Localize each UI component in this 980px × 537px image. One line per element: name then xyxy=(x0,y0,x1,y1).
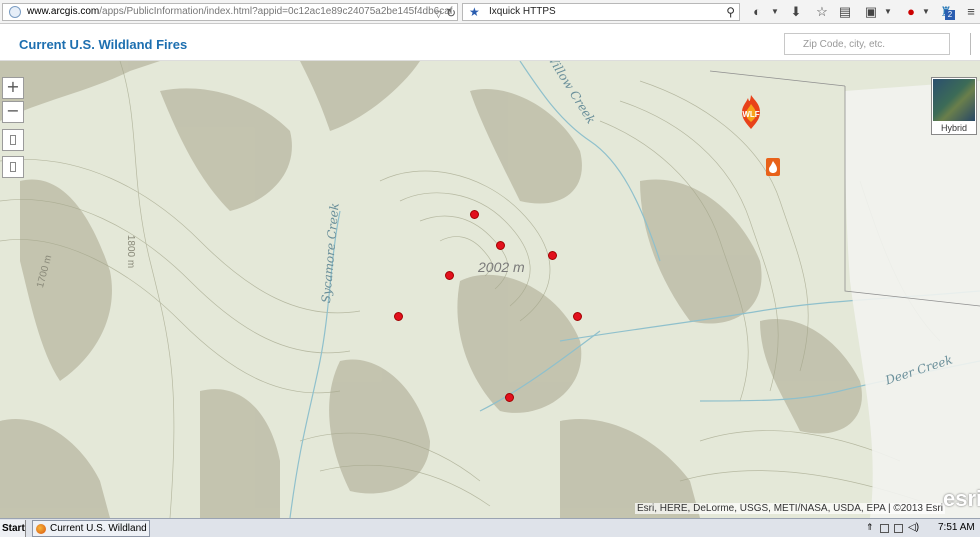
esri-logo: esri xyxy=(943,486,980,511)
app-header: Current U.S. Wildland Fires xyxy=(0,25,980,61)
basemap-thumbnail xyxy=(933,79,975,121)
taskbar-window-title: Current U.S. Wildland F... xyxy=(50,523,149,534)
header-divider xyxy=(970,33,980,55)
browser-toolbar: www.arcgis.com/apps/PublicInformation/in… xyxy=(0,0,980,24)
document-icon xyxy=(10,162,16,172)
screenshot-icon[interactable]: ▣ xyxy=(862,3,880,21)
url-dropdown-icon[interactable]: ▽ xyxy=(435,6,442,20)
zoom-in-button[interactable]: + xyxy=(2,77,24,99)
fire-incident-dot[interactable] xyxy=(496,241,505,250)
url-path: /apps/PublicInformation/index.html?appid… xyxy=(99,6,453,17)
wildland-fire-marker[interactable]: WLF xyxy=(738,94,764,130)
fire-incident-dot[interactable] xyxy=(394,312,403,321)
location-search-input[interactable] xyxy=(784,33,950,55)
browser-search-box[interactable]: ★ Ixquick HTTPS ⚲ xyxy=(462,3,740,21)
fire-incident-dot[interactable] xyxy=(548,251,557,260)
clipboard-icon[interactable]: ▤ xyxy=(836,3,854,21)
taskbar-window-button[interactable]: Current U.S. Wildland F... xyxy=(32,520,150,537)
dropdown-icon[interactable]: ▼ xyxy=(879,3,897,21)
url-domain: www.arcgis.com xyxy=(27,6,100,17)
basemap-toggle-label: Hybrid xyxy=(940,123,967,133)
document-icon xyxy=(10,135,16,145)
download-icon[interactable]: ⬇ xyxy=(787,3,805,21)
contour-label: 1800 m xyxy=(125,234,137,269)
search-engine-name: Ixquick HTTPS xyxy=(489,6,556,17)
page-title: Current U.S. Wildland Fires xyxy=(19,37,188,52)
address-bar[interactable]: www.arcgis.com/apps/PublicInformation/in… xyxy=(2,3,458,21)
dropdown-icon[interactable]: ▼ xyxy=(917,3,935,21)
addon-icon[interactable]: ◐ xyxy=(748,3,766,21)
system-clock: 7:51 AM xyxy=(938,522,975,533)
map-view[interactable]: + − Hybrid WLF 2002 m 1700 m 1800 m Syca… xyxy=(0,61,980,518)
monitor-icon[interactable] xyxy=(894,524,903,533)
globe-icon xyxy=(9,6,21,18)
wlf-badge: WLF xyxy=(742,110,759,119)
map-attribution: Esri, HERE, DeLorme, USGS, METI/NASA, US… xyxy=(635,503,945,514)
fire-incident-dot[interactable] xyxy=(573,312,582,321)
fire-incident-dot[interactable] xyxy=(445,271,454,280)
dropdown-icon[interactable]: ▼ xyxy=(766,3,784,21)
menu-icon[interactable]: ≡ xyxy=(962,3,980,21)
basemap-toggle[interactable]: Hybrid xyxy=(931,77,977,135)
fire-icon[interactable] xyxy=(766,158,780,176)
fire-incident-dot[interactable] xyxy=(505,393,514,402)
elevation-label: 2002 m xyxy=(478,259,525,275)
search-icon[interactable]: ⚲ xyxy=(726,4,735,20)
volume-icon[interactable]: ◁) xyxy=(908,522,919,533)
terrain-basemap xyxy=(0,61,980,518)
fire-incident-dot[interactable] xyxy=(470,210,479,219)
zoom-out-button[interactable]: − xyxy=(2,101,24,123)
system-tray: ⇑ ◁) 7:51 AM xyxy=(862,520,980,537)
map-tool-button[interactable] xyxy=(2,129,24,151)
search-engine-icon[interactable]: ★ xyxy=(469,4,480,20)
map-tool-button[interactable] xyxy=(2,156,24,178)
reload-icon[interactable]: ↻ xyxy=(446,5,456,20)
start-button[interactable]: Start xyxy=(0,520,26,537)
bookmark-star-icon[interactable]: ☆ xyxy=(813,3,831,21)
addon-badge: 2 xyxy=(945,10,955,20)
firefox-icon xyxy=(36,524,46,534)
taskbar: Start Current U.S. Wildland F... ⇑ ◁) 7:… xyxy=(0,518,980,537)
network-icon[interactable] xyxy=(880,524,889,533)
tray-expand-icon[interactable]: ⇑ xyxy=(866,522,875,532)
